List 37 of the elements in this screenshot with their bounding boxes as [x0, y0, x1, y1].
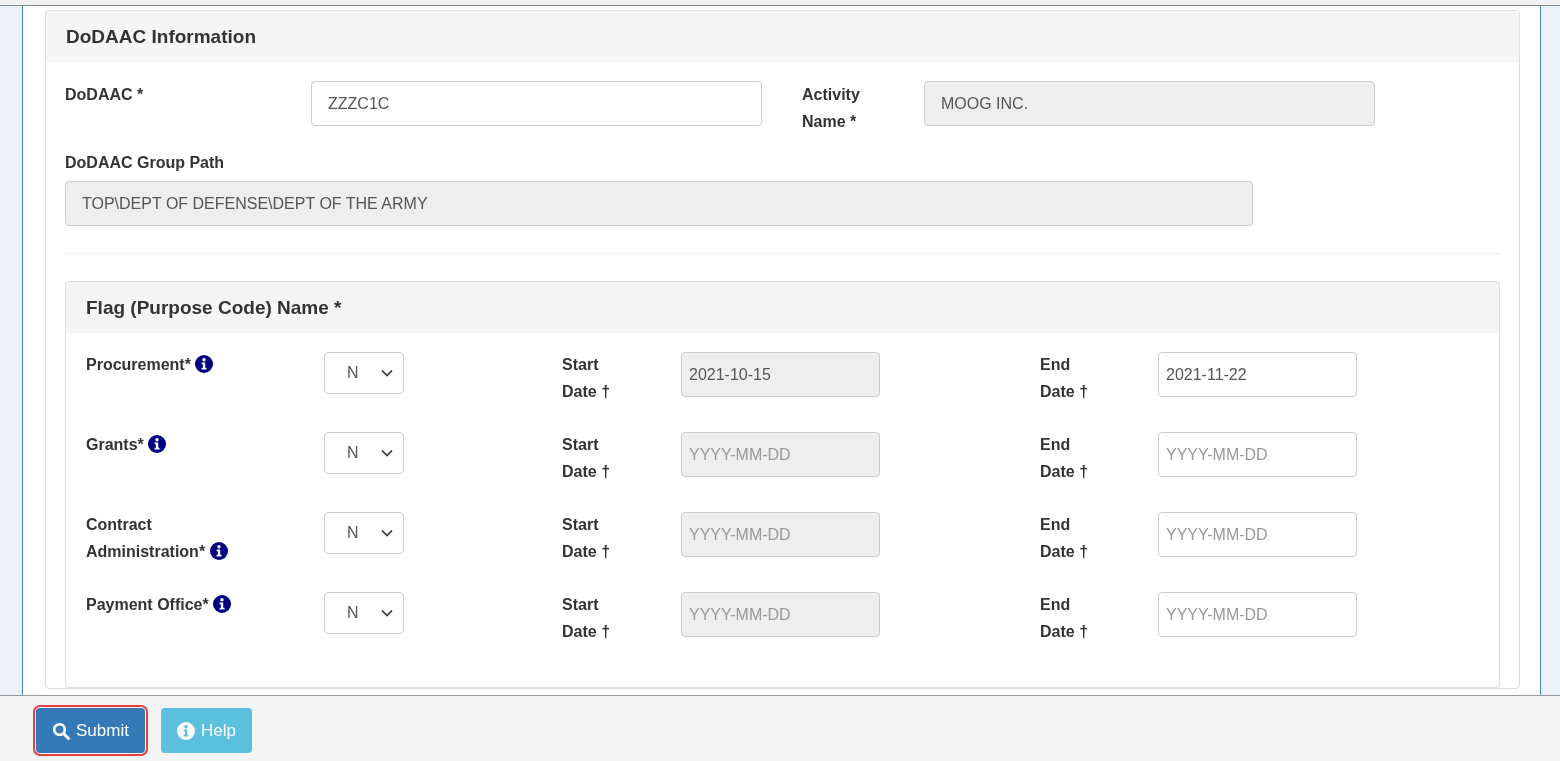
date-field[interactable]: 2021-11-22 — [1158, 352, 1357, 397]
panel-title: Flag (Purpose Code) Name * — [86, 296, 342, 319]
field-label: Grants* — [86, 436, 144, 453]
chevron-down-icon — [381, 449, 393, 457]
chevron-down-icon — [381, 529, 393, 537]
info-icon[interactable] — [209, 542, 228, 560]
field-label: DoDAAC Group Path — [65, 153, 226, 173]
search-icon — [52, 721, 70, 740]
date-field[interactable]: YYYY-MM-DD — [1158, 432, 1357, 477]
field-label: End Date † — [1040, 355, 1090, 402]
submit-button[interactable]: Submit — [36, 708, 145, 753]
field-label: End Date † — [1040, 515, 1090, 562]
field-label: Start Date † — [562, 355, 612, 402]
info-icon[interactable] — [148, 435, 167, 453]
text-field[interactable]: ZZZC1C — [311, 81, 762, 126]
field-label: Activity Name * — [802, 85, 861, 132]
field-label: Start Date † — [562, 595, 612, 642]
field-label: End Date † — [1040, 595, 1090, 642]
select-dropdown[interactable]: N — [324, 512, 404, 554]
info-icon — [176, 721, 195, 740]
date-field[interactable]: YYYY-MM-DD — [1158, 592, 1357, 637]
field-label: Payment Office* — [86, 596, 209, 613]
field-label: Start Date † — [562, 435, 612, 482]
info-icon[interactable] — [213, 595, 232, 613]
field-label: DoDAAC * — [65, 85, 145, 105]
field-label: Start Date † — [562, 515, 612, 562]
field-label: Procurement* — [86, 356, 191, 373]
chevron-down-icon — [381, 609, 393, 617]
field-label: Contract Administration* — [86, 516, 206, 560]
select-dropdown[interactable]: N — [324, 352, 404, 394]
panel-title: DoDAAC Information — [66, 25, 256, 48]
info-icon[interactable] — [195, 355, 214, 373]
select-dropdown[interactable]: N — [324, 592, 404, 634]
select-dropdown[interactable]: N — [324, 432, 404, 474]
date-field[interactable]: YYYY-MM-DD — [1158, 512, 1357, 557]
field-label: End Date † — [1040, 435, 1090, 482]
chevron-down-icon — [381, 369, 393, 377]
